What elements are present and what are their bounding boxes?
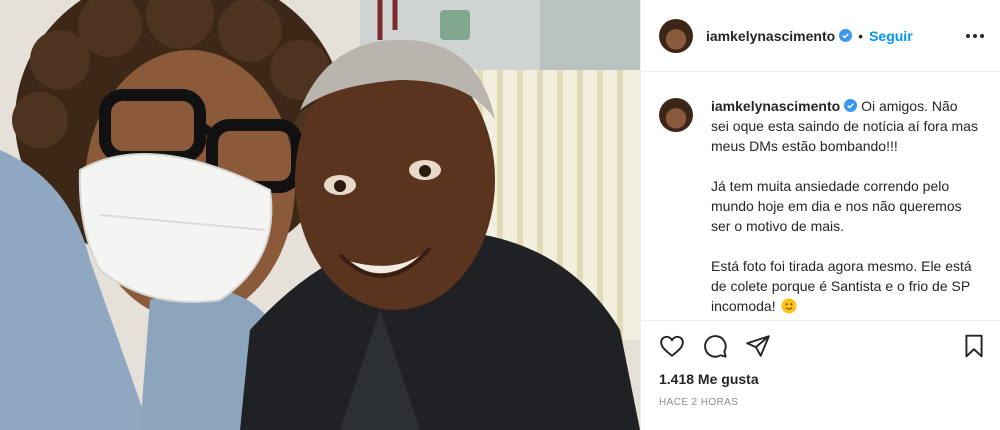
selfie-photo-illustration (0, 0, 640, 430)
smiling-face-emoji-icon (781, 298, 797, 314)
post-actions (659, 333, 771, 359)
heart-icon[interactable] (659, 333, 685, 359)
more-options-icon[interactable] (963, 26, 987, 46)
post-header: iamkelynascimento • Seguir (641, 0, 1000, 72)
paper-plane-icon[interactable] (745, 333, 771, 359)
more-dot (980, 34, 984, 38)
caption-text: iamkelynascimento Oi amigos. Não sei oqu… (711, 96, 979, 316)
more-dot (973, 34, 977, 38)
comment-bubble-icon[interactable] (702, 333, 728, 359)
header-separator: • (858, 27, 864, 44)
post-side-panel: iamkelynascimento • Seguir iamkelynascim… (640, 0, 1000, 430)
caption-paragraph-3: Está foto foi tirada agora mesmo. Ele es… (711, 258, 972, 314)
follow-button[interactable]: Seguir (869, 28, 913, 44)
verified-badge-icon (844, 99, 858, 112)
more-dot (966, 34, 970, 38)
post-timestamp[interactable]: HACE 2 HORAS (659, 397, 738, 408)
caption-username[interactable]: iamkelynascimento (711, 98, 840, 114)
likes-count[interactable]: 1.418 Me gusta (659, 371, 759, 387)
caption-comment: iamkelynascimento Oi amigos. Não sei oqu… (659, 96, 979, 316)
avatar[interactable] (659, 18, 693, 53)
avatar[interactable] (659, 98, 693, 132)
caption-paragraph-2: Já tem muita ansiedade correndo pelo mun… (711, 178, 962, 234)
instagram-post: iamkelynascimento • Seguir iamkelynascim… (0, 0, 1000, 430)
author-username[interactable]: iamkelynascimento (706, 28, 835, 44)
post-actions-section: 1.418 Me gusta HACE 2 HORAS (641, 320, 1000, 430)
bookmark-icon[interactable] (961, 333, 987, 359)
verified-badge-icon (839, 29, 853, 42)
post-photo[interactable] (0, 0, 640, 430)
